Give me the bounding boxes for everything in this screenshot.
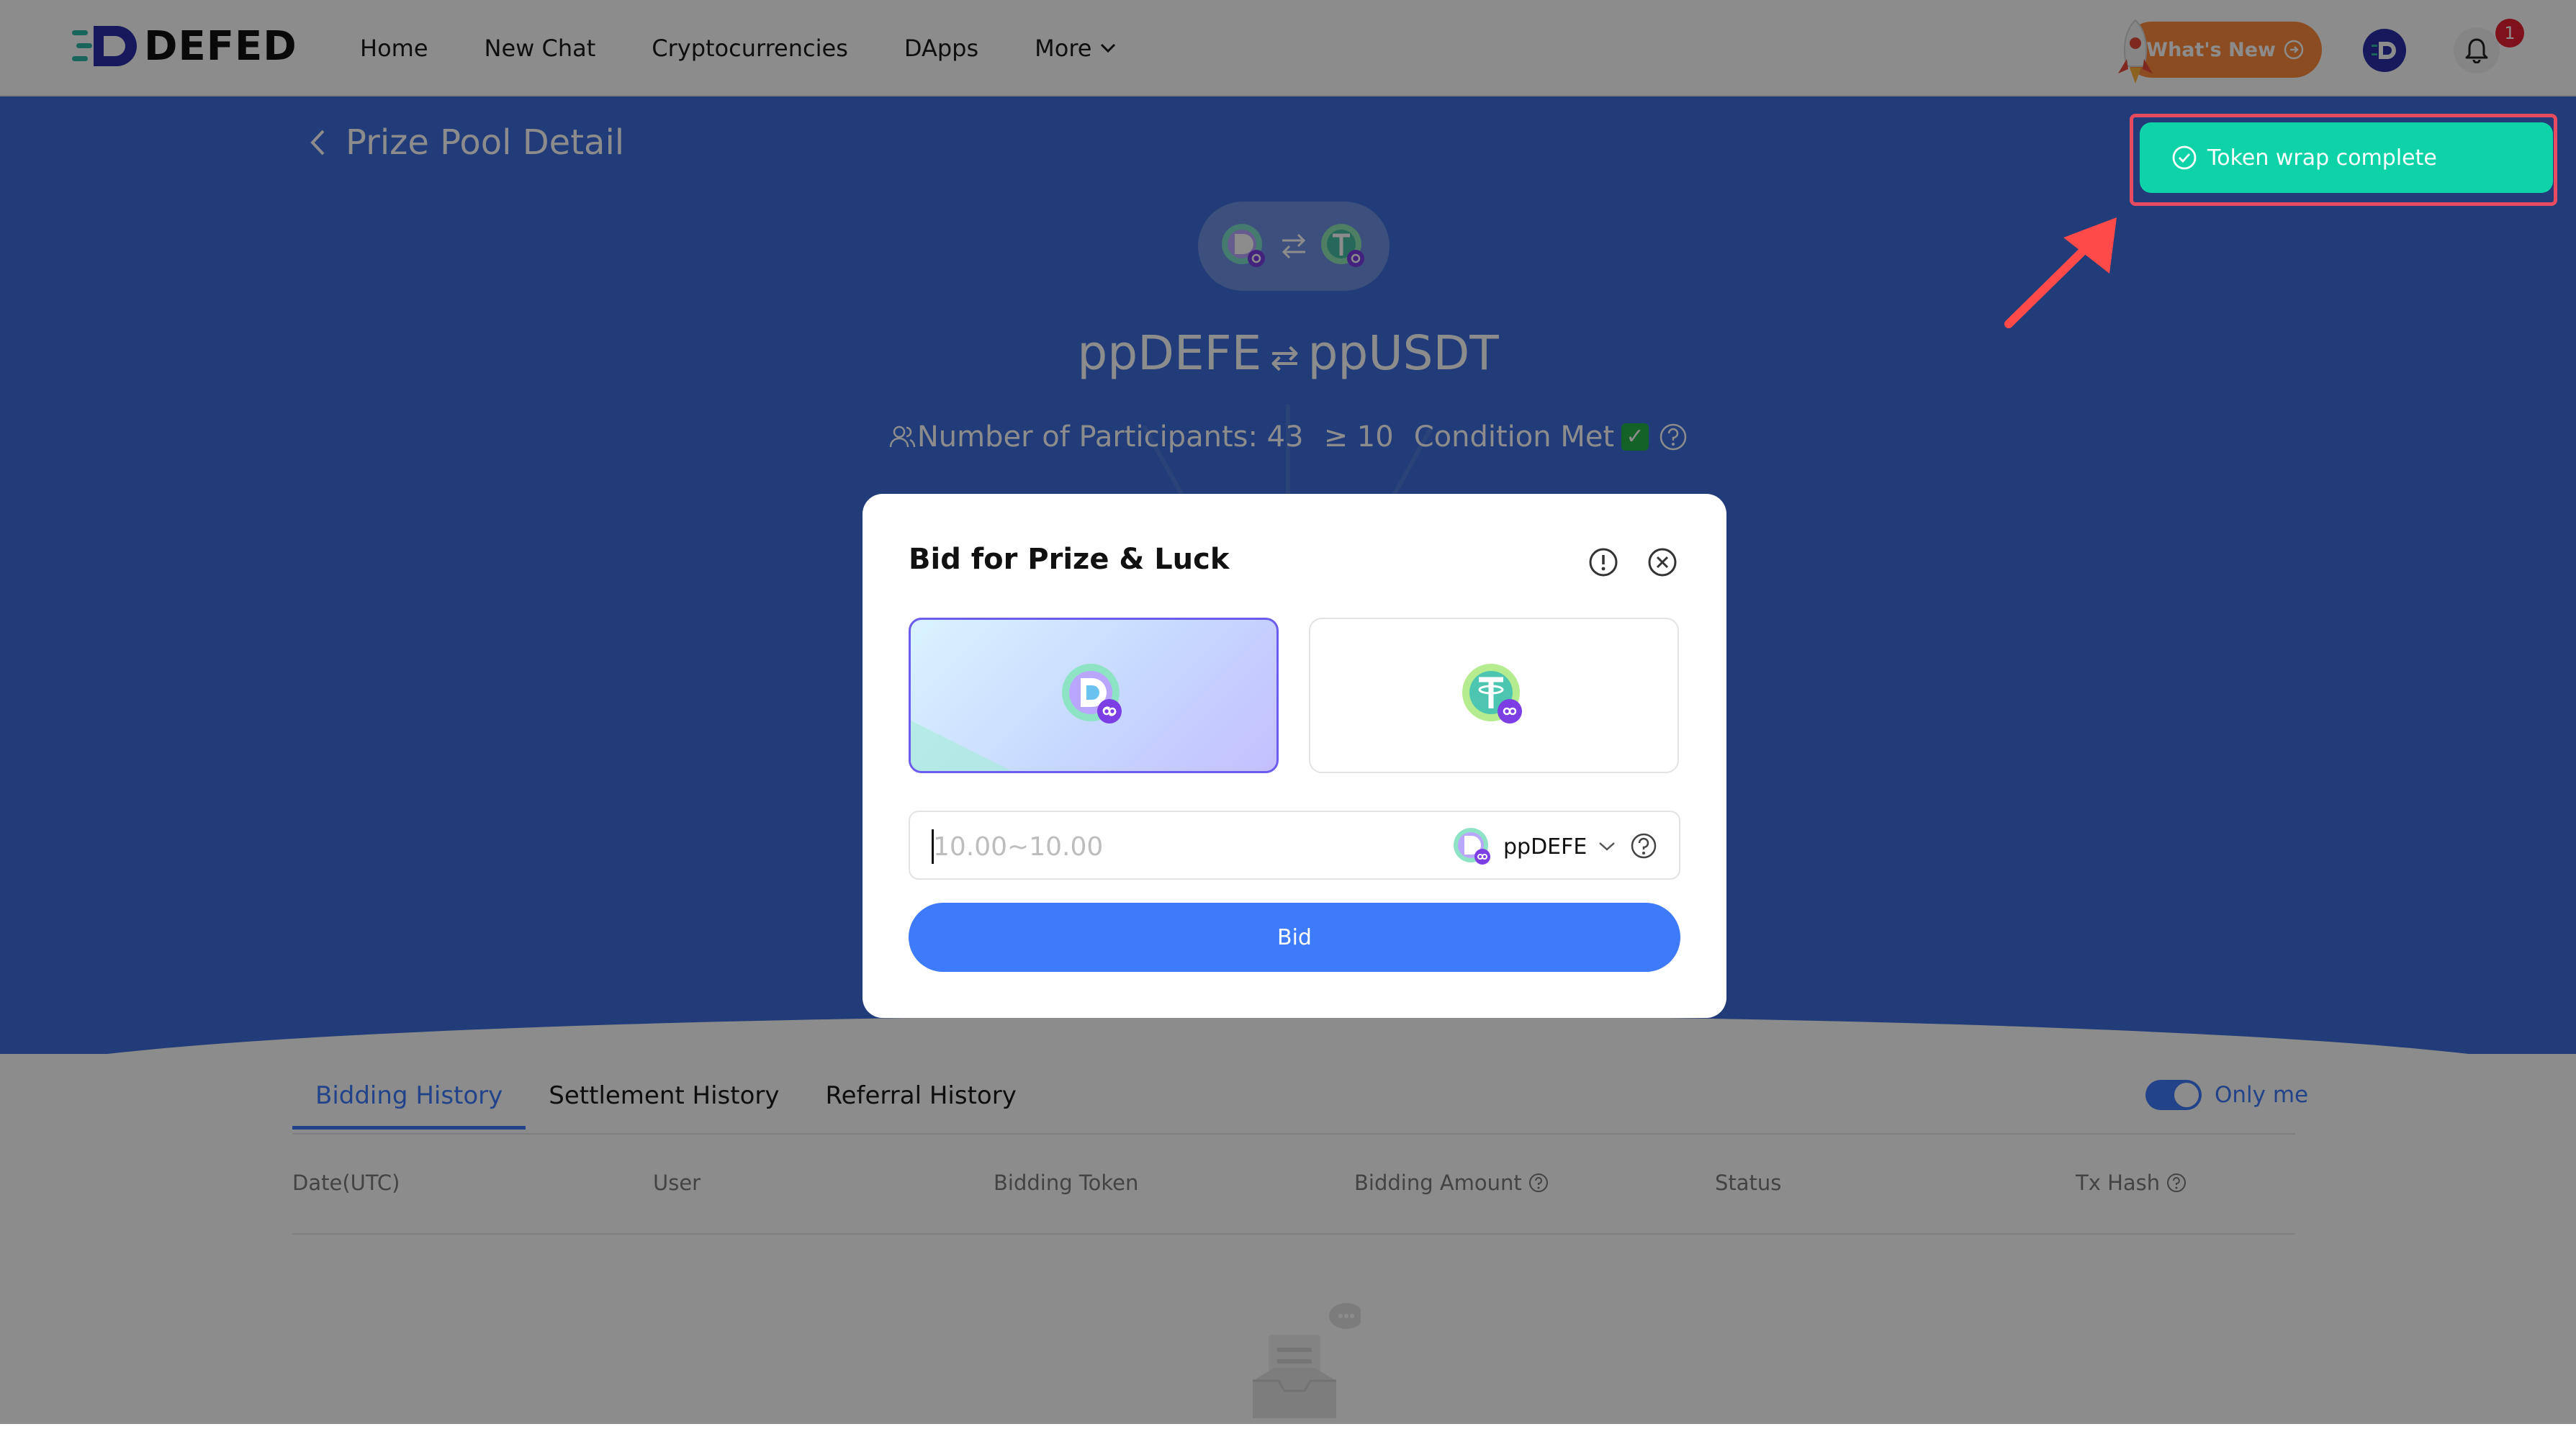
selected-token-label: ppDEFE — [1503, 834, 1588, 860]
bid-amount-input[interactable] — [932, 828, 1410, 865]
card-shine-decoration — [911, 721, 1012, 771]
annotation-arrow-icon — [2004, 217, 2117, 328]
ppdefe-token-icon — [1062, 664, 1122, 724]
text-cursor — [932, 829, 934, 864]
bid-button[interactable]: Bid — [909, 903, 1680, 972]
close-icon[interactable] — [1647, 547, 1677, 577]
success-toast: Token wrap complete — [2140, 122, 2553, 193]
token-option-ppusdt[interactable] — [1309, 618, 1679, 773]
help-circle-icon[interactable] — [1630, 832, 1657, 860]
info-icon[interactable] — [1588, 547, 1618, 577]
toast-message: Token wrap complete — [2207, 145, 2437, 171]
bid-amount-field[interactable]: ppDEFE — [909, 811, 1680, 880]
token-select-dropdown[interactable]: ppDEFE — [1451, 825, 1616, 868]
check-circle-icon — [2172, 145, 2197, 170]
token-option-ppdefe[interactable] — [909, 618, 1279, 773]
bid-modal: Bid for Prize & Luck ppDEFE Bid — [863, 494, 1726, 1018]
modal-title: Bid for Prize & Luck — [909, 543, 1230, 576]
chevron-down-icon — [1599, 842, 1616, 851]
ppdefe-token-icon — [1454, 828, 1490, 865]
ppusdt-token-icon — [1462, 664, 1522, 724]
